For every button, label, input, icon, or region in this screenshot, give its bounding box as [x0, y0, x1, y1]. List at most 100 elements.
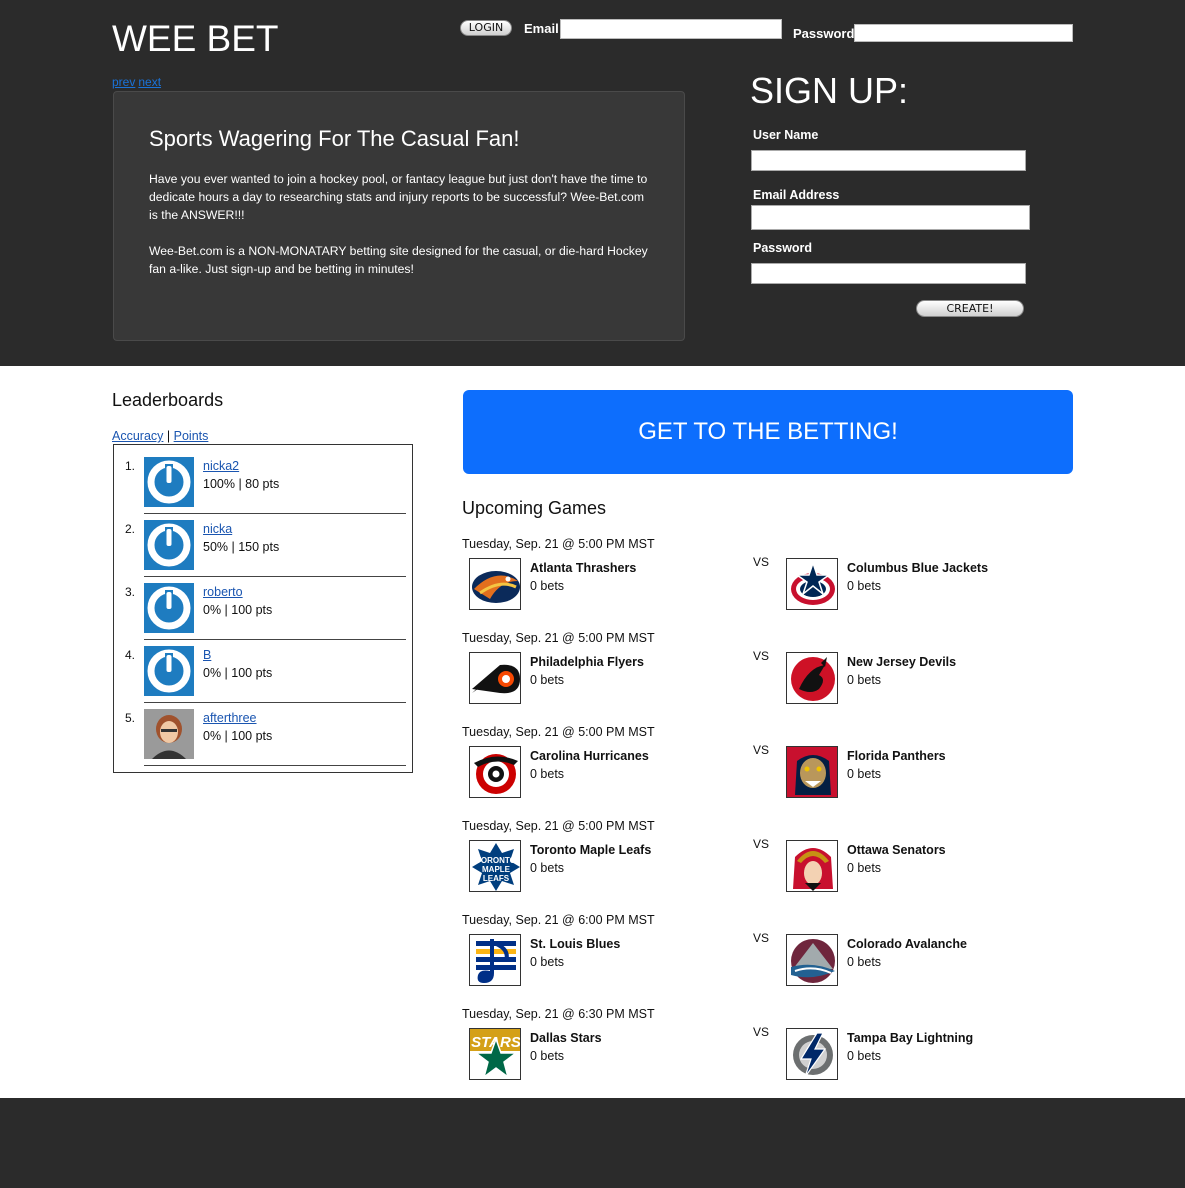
leaderboard-row: 5. afterthree 0% | 100 pts [114, 697, 412, 766]
away-team-name: Colorado Avalanche [847, 937, 967, 951]
power-avatar-icon [147, 460, 191, 504]
rank-number: 3. [125, 585, 136, 599]
home-team-name: Toronto Maple Leafs [530, 843, 652, 857]
game-date: Tuesday, Sep. 21 @ 6:00 PM MST [462, 913, 655, 927]
vs-label: VS [753, 1025, 770, 1039]
leaderboard-stat: 0% | 100 pts [203, 666, 273, 680]
home-team-name: Atlanta Thrashers [530, 561, 637, 575]
vs-label: VS [753, 743, 770, 757]
blues-logo-icon [469, 934, 521, 986]
signup-password-input[interactable] [751, 263, 1026, 284]
site-footer [0, 1098, 1185, 1188]
leaderboard-user-link[interactable]: B [203, 648, 211, 662]
create-account-button[interactable]: CREATE! [916, 300, 1024, 317]
login-email-input[interactable] [560, 19, 782, 39]
leaderboard-row: 4. B 0% | 100 pts [114, 634, 412, 703]
home-team-name: Carolina Hurricanes [530, 749, 649, 763]
away-team-bets: 0 bets [847, 955, 882, 969]
vs-label: VS [753, 837, 770, 851]
leaderboard-tabs: Accuracy | Points [112, 429, 208, 443]
tab-separator: | [166, 429, 171, 443]
senators-logo-icon [786, 840, 838, 892]
svg-text:TORONTO: TORONTO [476, 856, 516, 865]
tab-points[interactable]: Points [174, 429, 209, 443]
login-button[interactable]: LOGIN [460, 20, 512, 36]
next-link[interactable]: next [138, 75, 161, 89]
promo-paragraph-1: Have you ever wanted to join a hockey po… [149, 172, 648, 222]
password-label: Password [793, 26, 855, 41]
signup-password-label: Password [753, 241, 813, 255]
stars-logo-icon: STARS [469, 1028, 521, 1080]
rank-number: 2. [125, 522, 136, 536]
game-row[interactable]: Tuesday, Sep. 21 @ 5:00 PM MST Carolina … [462, 725, 1082, 819]
svg-text:MAPLE: MAPLE [482, 865, 511, 874]
game-row[interactable]: Tuesday, Sep. 21 @ 6:00 PM MST St. Louis… [462, 913, 1082, 1007]
blue-jackets-logo-icon [786, 558, 838, 610]
home-team-bets: 0 bets [530, 1049, 565, 1063]
home-team-bets: 0 bets [530, 579, 565, 593]
game-date: Tuesday, Sep. 21 @ 5:00 PM MST [462, 631, 655, 645]
leaderboard-user-link[interactable]: afterthree [203, 711, 257, 725]
game-date: Tuesday, Sep. 21 @ 5:00 PM MST [462, 819, 655, 833]
game-row[interactable]: Tuesday, Sep. 21 @ 5:00 PM MST TORONTO MA… [462, 819, 1082, 913]
signup-title: SIGN UP: [750, 70, 909, 111]
power-avatar-icon [147, 586, 191, 630]
away-team-name: Ottawa Senators [847, 843, 946, 857]
home-team-name: St. Louis Blues [530, 937, 621, 951]
vs-label: VS [753, 555, 770, 569]
leaderboard-user-link[interactable]: nicka [203, 522, 232, 536]
away-team-bets: 0 bets [847, 767, 882, 781]
leaderboard-user-link[interactable]: nicka2 [203, 459, 239, 473]
away-team-bets: 0 bets [847, 861, 882, 875]
leaderboard-row: 2. nicka 50% | 150 pts [114, 508, 412, 577]
promo-paragraph-2: Wee-Bet.com is a NON-MONATARY betting si… [149, 244, 648, 276]
leaderboard-stat: 0% | 100 pts [203, 603, 273, 617]
vs-label: VS [753, 931, 770, 945]
panthers-logo-icon [786, 746, 838, 798]
signup-username-input[interactable] [751, 150, 1026, 171]
user-photo-icon [144, 709, 194, 759]
rank-number: 5. [125, 711, 136, 725]
avatar [144, 646, 194, 696]
home-team-bets: 0 bets [530, 673, 565, 687]
home-team-bets: 0 bets [530, 955, 565, 969]
avatar [144, 709, 194, 759]
devils-logo-icon [786, 652, 838, 704]
site-logo[interactable]: WEE BET [112, 18, 279, 60]
game-row[interactable]: Tuesday, Sep. 21 @ 5:00 PM MST Atlanta T… [462, 537, 1082, 631]
promo-pager: prev next [112, 75, 164, 89]
home-team-name: Philadelphia Flyers [530, 655, 644, 669]
rank-number: 1. [125, 459, 136, 473]
power-avatar-icon [147, 523, 191, 567]
home-team-bets: 0 bets [530, 861, 565, 875]
login-password-input[interactable] [854, 24, 1073, 42]
username-label: User Name [753, 128, 819, 142]
leaderboard-stat: 50% | 150 pts [203, 540, 280, 554]
away-team-bets: 0 bets [847, 579, 882, 593]
prev-link[interactable]: prev [112, 75, 135, 89]
vs-label: VS [753, 649, 770, 663]
get-betting-button[interactable]: GET TO THE BETTING! [463, 390, 1073, 474]
away-team-bets: 0 bets [847, 1049, 882, 1063]
away-team-bets: 0 bets [847, 673, 882, 687]
away-team-name: New Jersey Devils [847, 655, 957, 669]
row-divider [144, 765, 406, 766]
hurricanes-logo-icon [469, 746, 521, 798]
leaderboard-user-link[interactable]: roberto [203, 585, 243, 599]
signup-email-input[interactable] [751, 205, 1030, 230]
game-date: Tuesday, Sep. 21 @ 5:00 PM MST [462, 725, 655, 739]
game-row[interactable]: Tuesday, Sep. 21 @ 6:30 PM MST STARS Dal… [462, 1007, 1082, 1101]
svg-text:LEAFS: LEAFS [483, 874, 510, 883]
promo-panel: Sports Wagering For The Casual Fan! Have… [113, 91, 685, 341]
email-label: Email [524, 21, 559, 36]
tab-accuracy[interactable]: Accuracy [112, 429, 163, 443]
leaderboard-row: 3. roberto 0% | 100 pts [114, 571, 412, 640]
upcoming-games-title: Upcoming Games [462, 498, 607, 518]
leaderboard-stat: 100% | 80 pts [203, 477, 280, 491]
game-row[interactable]: Tuesday, Sep. 21 @ 5:00 PM MST Philadelp… [462, 631, 1082, 725]
away-team-name: Tampa Bay Lightning [847, 1031, 974, 1045]
leaderboard-title: Leaderboards [112, 390, 224, 410]
avatar [144, 583, 194, 633]
home-team-name: Dallas Stars [530, 1031, 602, 1045]
signup-email-label: Email Address [753, 188, 840, 202]
